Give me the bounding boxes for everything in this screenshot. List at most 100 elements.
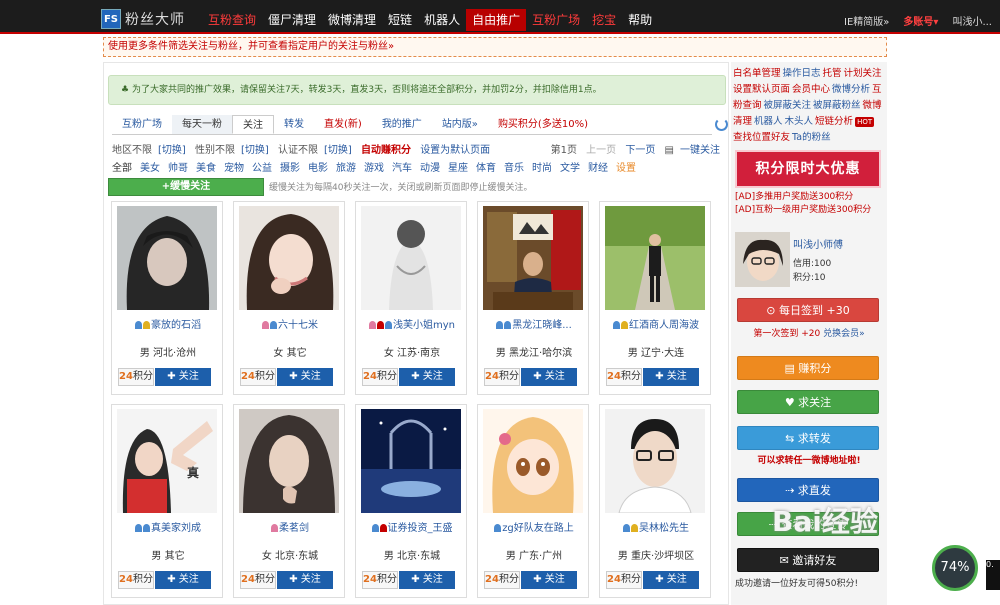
sidebar-link[interactable]: 会员中心 (792, 84, 830, 95)
category-link[interactable]: 体育 (476, 159, 496, 174)
points-promo-banner[interactable]: 积分限时大优惠 (735, 150, 881, 188)
category-link[interactable]: 美女 (140, 159, 160, 174)
user-name-link[interactable]: 六十七米 (278, 320, 318, 331)
daily-checkin-button[interactable]: ⊙ 每日签到 +30 (737, 298, 879, 322)
set-default-link[interactable]: 设置为默认页面 (420, 145, 490, 156)
sidebar-link[interactable]: 操作日志 (783, 68, 821, 79)
filter-banner-link[interactable]: 使用更多条件筛选关注与粉丝，并可查看指定用户的关注与粉丝» (103, 37, 887, 57)
category-link[interactable]: 电影 (308, 159, 328, 174)
tab[interactable]: 我的推广 (372, 115, 432, 134)
tab[interactable]: 购买积分(多送10%) (488, 115, 598, 134)
follow-button[interactable]: ✚ 关注 (521, 571, 577, 589)
request-repost-button[interactable]: ⇆ 求转发 (737, 426, 879, 450)
redeem-vip-link[interactable]: 兑换会员» (823, 329, 865, 339)
tab[interactable]: 站内版» (432, 115, 488, 134)
sidebar-link[interactable]: 托管 (823, 68, 842, 79)
nav-item[interactable]: 挖宝 (586, 9, 622, 31)
earn-points-button[interactable]: ▤ 赚积分 (737, 356, 879, 380)
site-logo[interactable]: FS 粉丝大师 (101, 9, 185, 29)
sidebar-link[interactable]: 被屏蔽粉丝 (813, 100, 861, 111)
category-link[interactable]: 音乐 (504, 159, 524, 174)
sidebar-link[interactable]: 木头人 (785, 116, 814, 127)
prev-page-link[interactable]: 上一页 (586, 145, 616, 156)
one-click-follow-link[interactable]: 一键关注 (680, 145, 720, 156)
category-link[interactable]: 文学 (560, 159, 580, 174)
user-photo[interactable] (239, 206, 339, 310)
user-photo[interactable] (361, 206, 461, 310)
follow-button[interactable]: ✚ 关注 (643, 571, 699, 589)
user-name-link[interactable]: 黑龙江晓峰... (512, 320, 572, 331)
request-follow-button[interactable]: ♥ 求关注 (737, 390, 879, 414)
category-link[interactable]: 财经 (588, 159, 608, 174)
nav-item[interactable]: 互粉广场 (526, 9, 586, 31)
user-photo[interactable] (239, 409, 339, 513)
follow-button[interactable]: ✚ 关注 (643, 368, 699, 386)
user-name-link[interactable]: 豪放的石滔 (151, 320, 201, 331)
follow-button[interactable]: ✚ 关注 (399, 571, 455, 589)
nav-item[interactable]: 帮助 (622, 9, 658, 31)
category-link[interactable]: 旅游 (336, 159, 356, 174)
verify-switch-link[interactable]: [切换] (324, 145, 352, 156)
user-photo[interactable] (605, 206, 705, 310)
category-link[interactable]: 动漫 (420, 159, 440, 174)
speed-gauge[interactable]: 74% (932, 545, 978, 591)
follow-button[interactable]: ✚ 关注 (155, 571, 211, 589)
sidebar-link[interactable]: 短链分析 (815, 116, 853, 127)
auto-earn-link[interactable]: 自动赚积分 (361, 145, 411, 156)
user-name-link[interactable]: 真美家刘成 (151, 523, 201, 534)
ad-link[interactable]: [AD]多推用户奖励送300积分 (735, 191, 871, 204)
browser-mode-link[interactable]: IE精简版» (844, 13, 889, 28)
tab[interactable]: 转发 (274, 115, 314, 134)
gender-switch-link[interactable]: [切换] (241, 145, 269, 156)
category-link[interactable]: 汽车 (392, 159, 412, 174)
profile-name[interactable]: 叫浅小师傅 (793, 236, 843, 251)
next-page-link[interactable]: 下一页 (625, 145, 655, 156)
nav-item[interactable]: 机器人 (418, 9, 466, 31)
category-link[interactable]: 全部 (112, 159, 132, 174)
refresh-icon[interactable] (715, 118, 728, 131)
category-link[interactable]: 游戏 (364, 159, 384, 174)
user-menu[interactable]: 叫浅小... (952, 13, 992, 28)
follow-button[interactable]: ✚ 关注 (277, 368, 333, 386)
category-link[interactable]: 宠物 (224, 159, 244, 174)
region-switch-link[interactable]: [切换] (158, 145, 186, 156)
follow-button[interactable]: ✚ 关注 (277, 571, 333, 589)
avatar[interactable] (735, 232, 790, 287)
user-photo[interactable]: 真 (117, 409, 217, 513)
follow-button[interactable]: ✚ 关注 (521, 368, 577, 386)
user-photo[interactable] (483, 206, 583, 310)
sidebar-link[interactable]: Ta的粉丝 (792, 132, 831, 143)
user-photo[interactable] (361, 409, 461, 513)
category-link[interactable]: 时尚 (532, 159, 552, 174)
tab[interactable]: 每天一粉 (172, 115, 232, 134)
follow-button[interactable]: ✚ 关注 (399, 368, 455, 386)
user-name-link[interactable]: 柔茗剑 (279, 523, 309, 534)
user-name-link[interactable]: 吴林松先生 (639, 523, 689, 534)
user-photo[interactable] (117, 206, 217, 310)
category-link[interactable]: 摄影 (280, 159, 300, 174)
sidebar-link[interactable]: 微博分析 (832, 84, 870, 95)
category-link[interactable]: 美食 (196, 159, 216, 174)
tab[interactable]: 关注 (232, 115, 274, 134)
sidebar-link[interactable]: 机器人 (754, 116, 783, 127)
sidebar-link[interactable]: 白名单管理 (733, 68, 781, 79)
category-link[interactable]: 设置 (616, 159, 636, 174)
multi-account-dropdown[interactable]: 多账号▾ (903, 13, 938, 28)
nav-item[interactable]: 僵尸清理 (262, 9, 322, 31)
follow-button[interactable]: ✚ 关注 (155, 368, 211, 386)
nav-item[interactable]: 微博清理 (322, 9, 382, 31)
nav-item[interactable]: 短链 (382, 9, 418, 31)
tab[interactable]: 互粉广场 (112, 115, 172, 134)
ad-link[interactable]: [AD]互粉一级用户奖励送300积分 (735, 204, 871, 217)
slow-follow-button[interactable]: +缓慢关注 (108, 178, 264, 196)
user-photo[interactable] (605, 409, 705, 513)
invite-friends-button[interactable]: ✉ 邀请好友 (737, 548, 879, 572)
nav-item[interactable]: 自由推广 (466, 9, 527, 31)
user-photo[interactable] (483, 409, 583, 513)
sidebar-link[interactable]: 被屏蔽关注 (764, 100, 812, 111)
category-link[interactable]: 帅哥 (168, 159, 188, 174)
user-name-link[interactable]: 红酒商人周海波 (629, 320, 699, 331)
sidebar-link[interactable]: 计划关注 (844, 68, 882, 79)
category-link[interactable]: 星座 (448, 159, 468, 174)
tab[interactable]: 直发(新) (314, 115, 372, 134)
